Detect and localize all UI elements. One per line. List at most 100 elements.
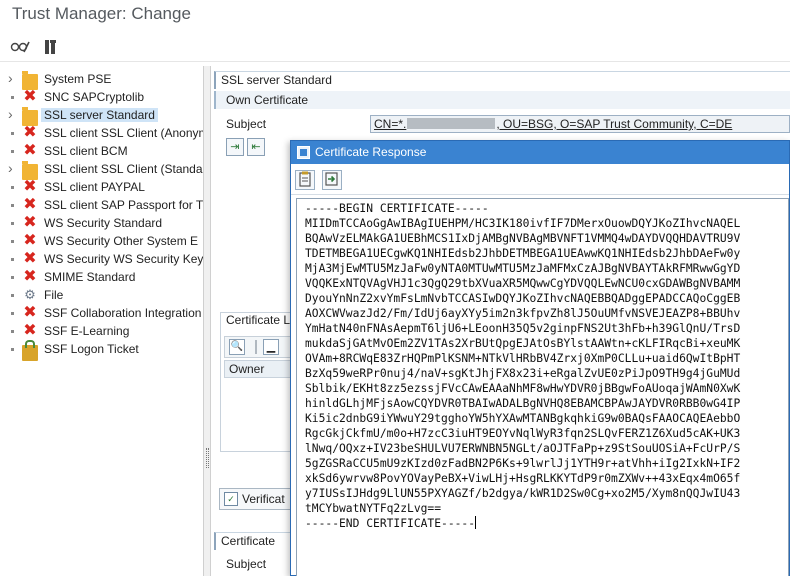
tree-bullet [11,330,14,333]
tree-item[interactable]: ✖ SSL client PAYPAL [0,178,203,196]
certificate-line: tMCYbwatNYTFq2zLvg== [305,502,442,515]
tree-item[interactable]: ✖ SNC SAPCryptolib [0,88,203,106]
certificate-line: TDETMBEGA1UECgwKQ1NHIEdsb2JhbDETMBEGA1UE… [305,247,741,260]
certificate-line: y7IUSsIJHdg9LlUN55PXYAGZf/b2dgya/kWR1D2S… [305,487,741,500]
tree-item[interactable]: › SSL client SSL Client (Standard) [0,160,204,180]
certificate-list-panel [220,312,296,452]
certificate-line: hinldGLhjMFjsAowCQYDVR0TBAIwADALBgNVHQ8E… [305,397,741,410]
certificate-line: lNwq/OQxz+IV23beSHULVU7ERWNBN5NGLt/aOJTF… [305,442,741,455]
pse-tree: › System PSE ✖ SNC SAPCryptolib › SSL server … [0,66,204,576]
tree-item-label: WS Security Standard [44,216,163,230]
tree-item[interactable]: ✖ SSF Collaboration Integration [0,304,203,322]
sort-icon[interactable]: ▁ [263,339,279,355]
tree-item-label: WS Security WS Security Key [44,252,204,266]
expand-arrow-icon[interactable]: › [8,106,16,122]
owner-column-header[interactable]: Owner [224,360,296,378]
tree-item-label: WS Security Other System E [44,234,199,248]
lock-icon [22,340,38,361]
tools-icon[interactable] [42,38,62,56]
tree-bullet [11,150,14,153]
tree-item[interactable]: ✖ SMIME Standard [0,268,203,286]
certificate-line: 5gZGSRaCCU5mU9zKIzd0zFadBN2P6Ks+9lwrlJj1… [305,457,741,470]
error-x-icon: ✖ [23,268,37,285]
window-icon [297,146,310,159]
tree-item-label: SSL client PAYPAL [44,180,145,194]
certificate-line: RgcGkjCkfmU/m0o+H7zcC3iuHT9EOYvNqlWyR3fq… [305,427,741,440]
tree-item-label: SSF Logon Ticket [44,342,139,356]
error-x-icon: ✖ [23,142,37,159]
tree-bullet [11,132,14,135]
application-toolbar [0,30,790,62]
expand-arrow-icon[interactable]: › [8,160,16,176]
tree-item[interactable]: ⚙ File [0,286,203,304]
tree-item-label: File [44,288,64,302]
dialog-title-bar[interactable]: Certificate Response [291,141,789,164]
glasses-pencil-icon[interactable] [10,38,30,56]
tree-item[interactable]: ✖ SSL client SAP Passport for T [0,196,204,214]
error-x-icon: ✖ [23,322,37,339]
own-certificate-header: Own Certificate [214,91,790,109]
certificate-line: mukdaSjGAtMvOEm2ZV1TAs2XrBUtQpgEJAtOsBYl… [305,337,741,350]
import-icon[interactable]: ⇥ [226,138,244,156]
verify-button-label: Verificat [242,492,285,506]
expand-arrow-icon[interactable]: › [8,70,16,86]
load-file-icon[interactable] [322,170,342,190]
certificate-line: YmHatN40nFNAsAepmT6ljU6+LEoonH35Q5v2ginp… [305,322,741,335]
tree-item[interactable]: › System PSE [0,70,203,90]
certificate-section-header: Certificate [214,532,292,550]
certificate-textarea[interactable]: -----BEGIN CERTIFICATE----- MIIDmTCCAoGg… [296,198,789,576]
error-x-icon: ✖ [23,250,37,267]
error-x-icon: ✖ [23,232,37,249]
tree-item-label: SSL client SSL Client (Standard) [44,162,204,176]
error-x-icon: ✖ [23,214,37,231]
tree-item[interactable]: › SSL server Standard [0,106,203,126]
toolbar-separator [255,340,257,354]
pane-splitter[interactable] [204,66,211,576]
tree-bullet [11,348,14,351]
certificate-line: -----END CERTIFICATE----- [305,517,476,530]
tree-item-label: SSL server Standard [41,108,158,122]
tree-bullet [11,204,14,207]
tree-item[interactable]: ✖ WS Security WS Security Key [0,250,204,268]
verify-icon: ✓ [224,492,238,506]
tree-item-label: SSL client BCM [44,144,128,158]
certificate-line: MjA3MjEwMTU5MzJaFw0yNTA0MTUwMTU5MzJaMFMx… [305,262,741,275]
window-title: Trust Manager: Change [12,4,191,23]
tree-item[interactable]: ✖ SSL client SSL Client (Anonymous) [0,124,203,142]
certificate-line: Ki5ic2dnbG9iYWwuY29tgghoYW5hYXAwMTANBgkq… [305,412,741,425]
tree-bullet [11,312,14,315]
tree-item-label: SNC SAPCryptolib [44,90,145,104]
text-caret [475,516,477,529]
subject-label: Subject [226,117,267,131]
certificate-list-toolbar: 🔍 ▁ [224,336,294,358]
details-icon[interactable]: 🔍 [229,339,245,355]
error-x-icon: ✖ [23,304,37,321]
certificate-line: MIIDmTCCAoGgAwIBAgIUEHPM/HC3IK180ivfIF7D… [305,217,741,230]
error-x-icon: ✖ [23,178,37,195]
tree-bullet [11,240,14,243]
tree-item[interactable]: ✖ WS Security Standard [0,214,203,232]
tree-item[interactable]: ✖ WS Security Other System E [0,232,203,250]
certificate-response-dialog: Certificate Response -----BEGIN CERTIFIC… [290,140,790,576]
certificate-line: OVAm+8RCWqE83ZrHQPmPlKSNM+NTkVlHRbBV4Zrx… [305,352,741,365]
certificate-line: xkSd6ywrvw8PovYOVayPeBX+ViwLHj+HsgRLKKYT… [305,472,741,485]
splitter-grip[interactable] [206,448,209,468]
dialog-toolbar [291,165,789,195]
dialog-title: Certificate Response [315,145,427,159]
gear-icon: ⚙ [24,287,36,302]
certificate-line: -----BEGIN CERTIFICATE----- [305,202,489,215]
paste-icon[interactable] [295,170,315,190]
tree-item[interactable]: SSF Logon Ticket [0,340,203,361]
tree-item[interactable]: ✖ SSL client BCM [0,142,203,160]
tree-item-label: SSF E-Learning [44,324,130,338]
tree-item-label: SSL client SAP Passport for T [44,198,204,212]
tree-item[interactable]: ✖ SSF E-Learning [0,322,203,340]
verify-button[interactable]: ✓ Verificat [219,488,297,510]
export-icon[interactable]: ⇤ [247,138,265,156]
tree-bullet [11,258,14,261]
tree-item-label: System PSE [44,72,112,86]
tree-item-label: SSF Collaboration Integration [44,306,202,320]
tree-item-label: SMIME Standard [44,270,136,284]
certificate-line: VQQKExNTQVAgVHJ1c3QgQ29tbXVuaXR5MQwwCgYD… [305,277,741,290]
subject-field[interactable]: CN=*. , OU=BSG, O=SAP Trust Community, C=… [370,115,790,133]
